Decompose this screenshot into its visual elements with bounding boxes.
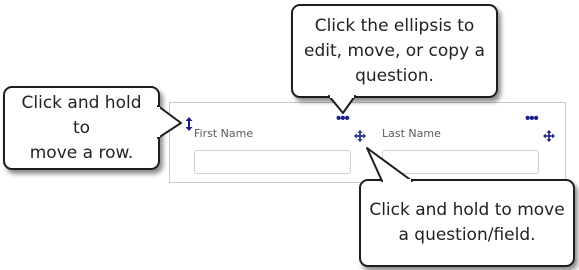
field-move-icon-last-name[interactable] [543, 130, 555, 142]
last-name-label: Last Name [382, 127, 441, 140]
last-name-input[interactable] [382, 150, 539, 174]
ellipsis-icon[interactable]: ••• [336, 111, 350, 126]
first-name-label: First Name [194, 127, 254, 140]
ellipsis-callout-text: Click the ellipsis to edit, move, or cop… [304, 15, 485, 86]
form-row: First Name ••• Last Name ••• [169, 102, 566, 183]
row-callout-text: Click and hold to move a row. [21, 92, 142, 163]
field-callout: Click and hold to move a question/field. [359, 179, 575, 267]
row-move-icon[interactable] [185, 117, 193, 131]
ellipsis-callout: Click the ellipsis to edit, move, or cop… [291, 4, 498, 98]
field-callout-text: Click and hold to move a question/field. [369, 200, 565, 245]
row-callout: Click and hold to move a row. [3, 86, 160, 170]
first-name-input[interactable] [194, 150, 351, 174]
field-move-icon[interactable] [354, 130, 366, 142]
ellipsis-icon-last-name[interactable]: ••• [525, 111, 539, 126]
